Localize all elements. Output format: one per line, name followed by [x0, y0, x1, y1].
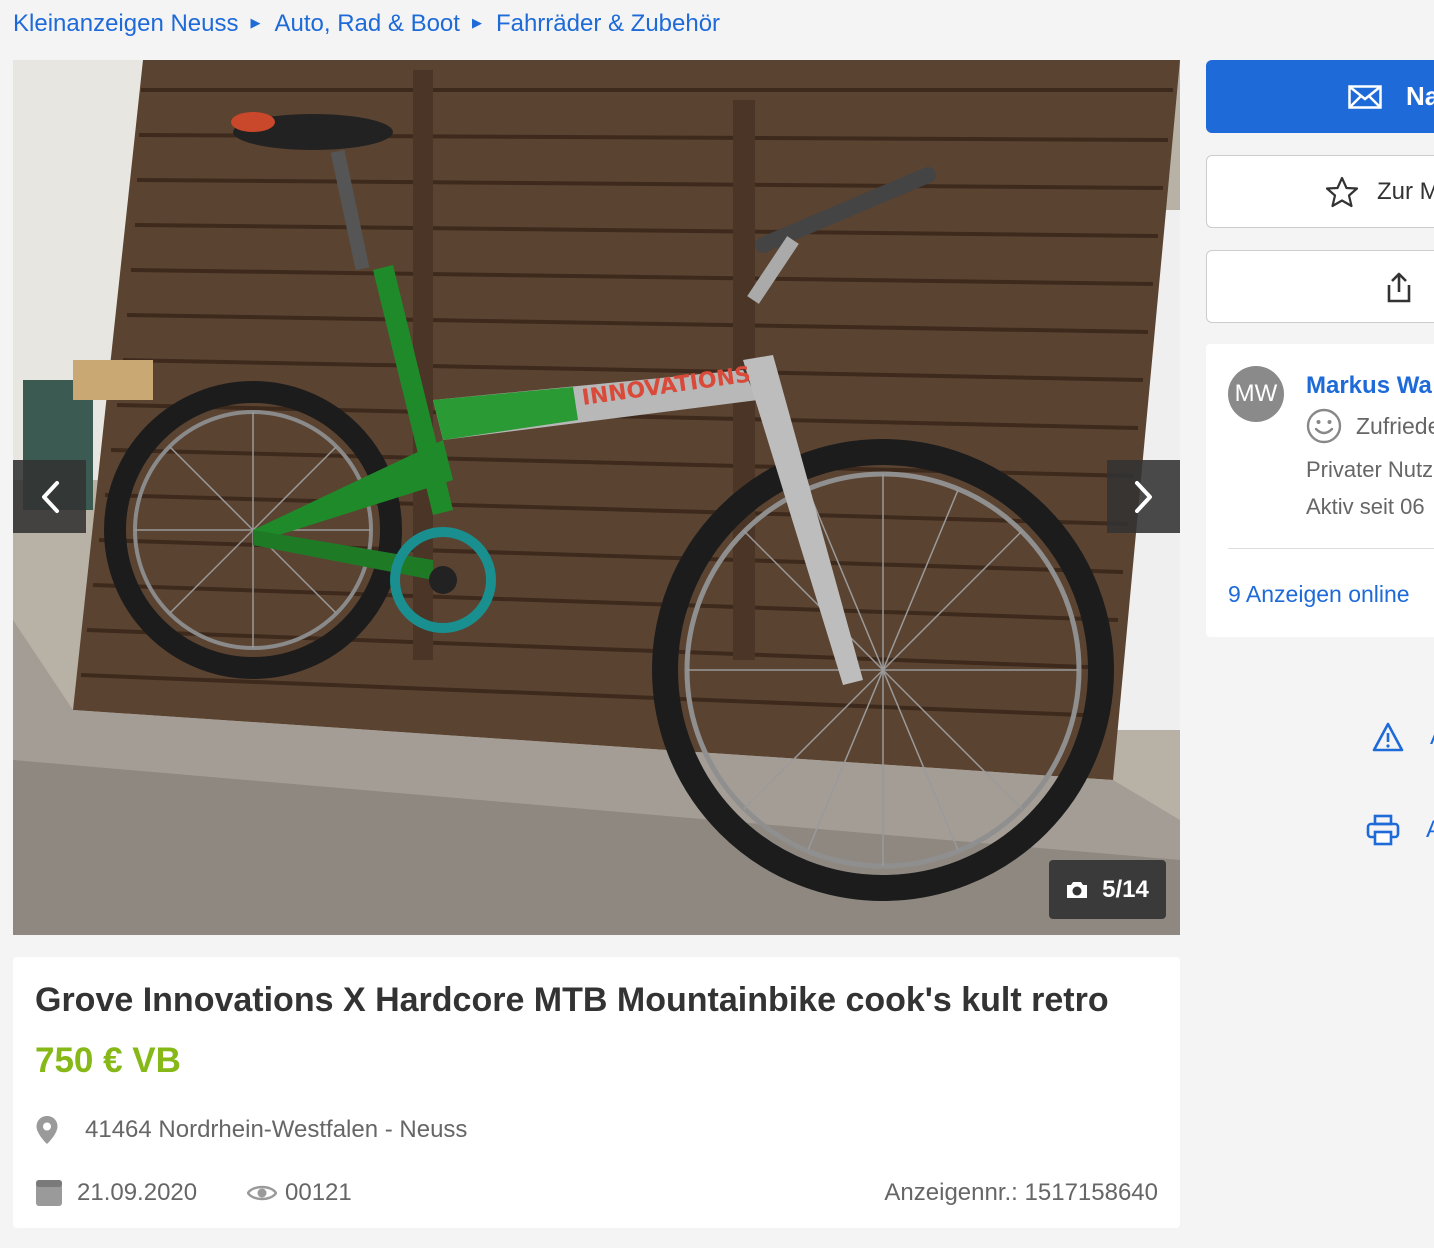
gallery-prev-button[interactable]	[13, 460, 86, 533]
location-pin-icon	[36, 1116, 58, 1144]
mail-icon	[1348, 84, 1382, 109]
listing-meta: 21.09.2020 00121 Anzeigennr.: 1517158640	[35, 1179, 1158, 1209]
satisfaction-text: Zufriede	[1356, 412, 1434, 439]
image-gallery[interactable]: INNOVATIONS 5/14	[13, 60, 1180, 935]
views-text: 00121	[285, 1179, 352, 1206]
chevron-left-icon	[41, 480, 59, 513]
seller-name[interactable]: Markus Wa	[1306, 372, 1432, 400]
ad-id: Anzeigennr.: 1517158640	[884, 1179, 1158, 1206]
share-icon	[1387, 272, 1411, 302]
warning-icon	[1372, 722, 1404, 752]
listing-details: Grove Innovations X Hardcore MTB Mountai…	[13, 957, 1180, 1228]
breadcrumb-separator-icon: ▶	[471, 15, 482, 30]
seller-card: MW Markus Wa Zufriede Privater Nutz Akti…	[1206, 344, 1434, 637]
share-button[interactable]	[1206, 250, 1434, 323]
contact-button[interactable]: Na	[1206, 60, 1434, 133]
report-link-label: A	[1430, 723, 1434, 751]
print-link-label: A	[1426, 816, 1434, 844]
seller-satisfaction: Zufriede	[1306, 408, 1434, 444]
camera-icon	[1067, 881, 1088, 898]
report-link[interactable]: A	[1372, 722, 1434, 752]
listing-date: 21.09.2020	[35, 1179, 197, 1207]
gallery-next-button[interactable]	[1107, 460, 1180, 533]
seller-active-since: Aktiv seit 06	[1306, 494, 1425, 519]
listing-photo: INNOVATIONS	[13, 60, 1180, 935]
chevron-right-icon	[1134, 480, 1152, 513]
date-text: 21.09.2020	[77, 1179, 198, 1206]
listing-views: 00121	[247, 1179, 352, 1207]
watchlist-button[interactable]: Zur M	[1206, 155, 1434, 228]
avatar[interactable]: MW	[1228, 366, 1284, 422]
breadcrumb-item-subcategory[interactable]: Fahrräder & Zubehör	[496, 10, 720, 38]
print-link[interactable]: A	[1366, 814, 1434, 846]
printer-icon	[1366, 814, 1400, 846]
breadcrumb-item-city[interactable]: Kleinanzeigen Neuss	[13, 10, 238, 38]
breadcrumb-separator-icon: ▶	[250, 15, 261, 30]
listing-title: Grove Innovations X Hardcore MTB Mountai…	[35, 981, 1109, 1019]
contact-button-label: Na	[1406, 81, 1434, 111]
seller-type: Privater Nutz	[1306, 457, 1434, 482]
location-text: 41464 Nordrhein-Westfalen - Neuss	[85, 1116, 468, 1143]
breadcrumb: Kleinanzeigen Neuss ▶ Auto, Rad & Boot ▶…	[13, 8, 720, 40]
star-icon	[1325, 176, 1359, 207]
smiley-icon	[1306, 408, 1342, 444]
seller-ads-link[interactable]: 9 Anzeigen online	[1228, 581, 1410, 608]
breadcrumb-item-category[interactable]: Auto, Rad & Boot	[274, 10, 459, 38]
eye-icon	[247, 1185, 277, 1201]
image-counter-text: 5/14	[1102, 875, 1149, 903]
watchlist-button-label: Zur M	[1377, 177, 1434, 205]
listing-price: 750 € VB	[35, 1041, 181, 1080]
divider	[1228, 548, 1434, 549]
listing-location: 41464 Nordrhein-Westfalen - Neuss	[35, 1115, 467, 1145]
image-counter: 5/14	[1049, 860, 1166, 919]
calendar-icon	[36, 1180, 62, 1206]
